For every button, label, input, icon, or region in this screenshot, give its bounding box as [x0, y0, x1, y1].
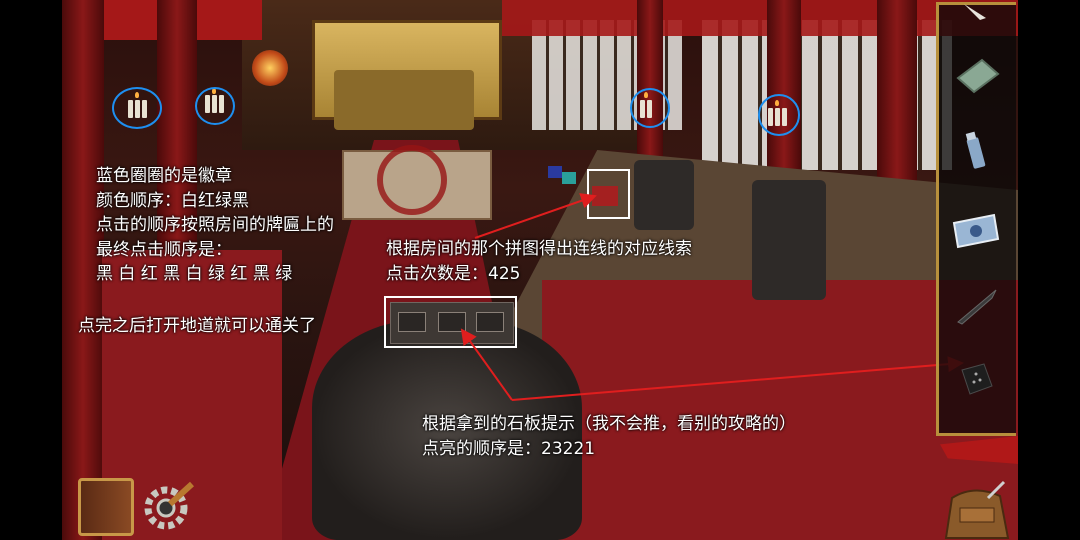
inventory-slot[interactable] — [944, 282, 1006, 332]
note-line: 颜色顺序：白红绿黑 — [96, 190, 249, 211]
note-line: 根据房间的那个拼图得出连线的对应线索 — [386, 239, 692, 259]
inventory-slot[interactable] — [944, 0, 1006, 50]
note-line: 点击次数是：425 — [386, 263, 521, 284]
inventory-slot[interactable] — [944, 126, 1006, 176]
arrow-to-inventory-tablet — [511, 356, 964, 401]
knife-blade-icon — [964, 4, 986, 20]
badge-notes: 蓝色圈圈的是徽章 颜色顺序：白红绿黑 点击的顺序按照房间的牌匾上的 最终点击顺序… — [96, 164, 334, 287]
inventory-slot[interactable] — [944, 52, 1006, 102]
note-line: 蓝色圈圈的是徽章 — [96, 166, 232, 186]
note-line: 根据拿到的石板提示（我不会推，看别的攻略的） — [422, 414, 796, 434]
inventory-slot[interactable] — [944, 356, 1006, 406]
note-line: 最终点击顺序是： — [96, 239, 232, 260]
settings-gear-icon[interactable] — [140, 478, 198, 536]
note-line: 点亮的顺序是：23221 — [422, 438, 596, 459]
click-order-line: 黑 白 红 黑 白 绿 红 黑 绿 — [96, 264, 293, 284]
arrow-to-puzzle-box — [474, 193, 597, 239]
dagger-icon — [957, 289, 997, 325]
stone-tablet-icon — [961, 363, 993, 395]
exit-hint-note: 点完之后打开地道就可以通关了 — [78, 316, 316, 336]
green-book-icon — [956, 58, 1000, 94]
arrow-from-slab — [460, 328, 513, 401]
inventory-slot[interactable] — [944, 205, 1006, 255]
backpack-icon[interactable] — [938, 478, 1016, 540]
game-screen: 蓝色圈圈的是徽章 颜色顺序：白红绿黑 点击的顺序按照房间的牌匾上的 最终点击顺序… — [0, 0, 1080, 540]
puzzle-hint-notes: 根据房间的那个拼图得出连线的对应线索 点击次数是：425 — [386, 237, 692, 286]
paper-map-icon — [952, 213, 1000, 249]
journal-book-icon[interactable] — [78, 478, 134, 536]
stone-hint-notes: 根据拿到的石板提示（我不会推，看别的攻略的） 点亮的顺序是：23221 — [422, 412, 796, 461]
note-line: 点击的顺序按照房间的牌匾上的 — [96, 215, 334, 235]
lighter-icon — [965, 131, 986, 169]
